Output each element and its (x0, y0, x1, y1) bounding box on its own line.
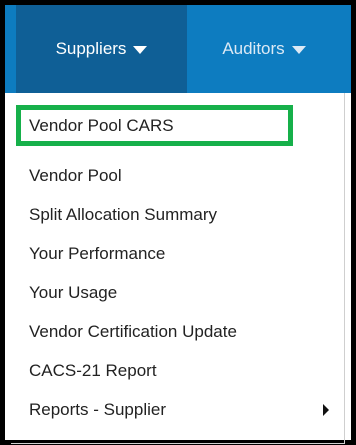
menu-item-label: CACS-21 Report (29, 361, 157, 380)
menu-item-label: Vendor Pool (29, 166, 122, 185)
nav-tab-suppliers-label: Suppliers (55, 39, 127, 58)
screenshot-frame: Suppliers Auditors Vendor Pool CARS Vend… (0, 0, 356, 445)
menu-item-cacs-21-report[interactable]: CACS-21 Report (11, 352, 343, 390)
menu-item-your-usage[interactable]: Your Usage (11, 274, 343, 312)
nav-tab-auditors-label: Auditors (222, 39, 285, 58)
menu-item-label: Vendor Pool CARS (29, 116, 174, 135)
nav-tab-suppliers[interactable]: Suppliers (16, 5, 187, 93)
menu-item-vendor-certification-update[interactable]: Vendor Certification Update (11, 313, 343, 351)
menu-item-split-allocation-summary[interactable]: Split Allocation Summary (11, 196, 343, 234)
menu-item-vendor-pool[interactable]: Vendor Pool (11, 157, 343, 195)
menu-item-label: Vendor Certification Update (29, 322, 237, 341)
menu-item-your-performance[interactable]: Your Performance (11, 235, 343, 273)
menu-item-label: Your Performance (29, 244, 166, 263)
menu-item-label: Split Allocation Summary (29, 205, 218, 224)
caret-right-icon (323, 404, 329, 416)
top-navbar: Suppliers Auditors (5, 5, 351, 93)
caret-down-icon (133, 46, 148, 54)
menu-item-vendor-pool-cars[interactable]: Vendor Pool CARS (11, 107, 343, 145)
caret-down-icon (291, 46, 306, 54)
menu-item-reports-supplier[interactable]: Reports - Supplier (11, 391, 343, 429)
suppliers-dropdown-menu: Vendor Pool CARS Vendor Pool Split Alloc… (11, 93, 345, 444)
nav-tab-auditors[interactable]: Auditors (200, 5, 328, 93)
menu-item-label: Your Usage (29, 283, 118, 302)
menu-item-label: Reports - Supplier (29, 400, 167, 419)
